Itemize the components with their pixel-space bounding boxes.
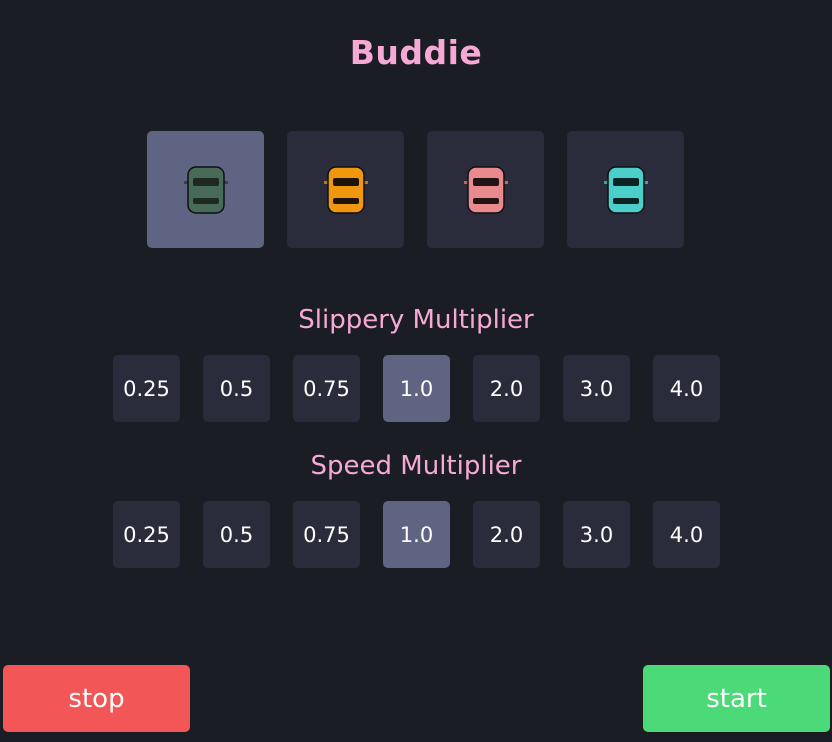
stop-button[interactable]: stop [3, 665, 190, 732]
speed-multiplier-label: Speed Multiplier [310, 451, 522, 481]
speed-option[interactable]: 0.5 [203, 501, 270, 568]
car-icon [323, 165, 368, 214]
speed-option[interactable]: 0.25 [113, 501, 180, 568]
speed-option[interactable]: 1.0 [383, 501, 450, 568]
car-option-green[interactable] [147, 131, 264, 248]
car-option-orange[interactable] [287, 131, 404, 248]
slippery-option[interactable]: 2.0 [473, 355, 540, 422]
start-button[interactable]: start [643, 665, 830, 732]
slippery-multiplier-options: 0.25 0.5 0.75 1.0 2.0 3.0 4.0 [113, 355, 720, 422]
speed-multiplier-options: 0.25 0.5 0.75 1.0 2.0 3.0 4.0 [113, 501, 720, 568]
slippery-option[interactable]: 0.25 [113, 355, 180, 422]
speed-option[interactable]: 2.0 [473, 501, 540, 568]
car-icon [183, 165, 228, 214]
car-option-pink[interactable] [427, 131, 544, 248]
game-title: Buddie [349, 33, 483, 72]
car-icon [603, 165, 648, 214]
speed-option[interactable]: 3.0 [563, 501, 630, 568]
slippery-option[interactable]: 0.5 [203, 355, 270, 422]
car-selector [147, 131, 684, 248]
speed-option[interactable]: 4.0 [653, 501, 720, 568]
slippery-option[interactable]: 1.0 [383, 355, 450, 422]
car-option-teal[interactable] [567, 131, 684, 248]
slippery-option[interactable]: 3.0 [563, 355, 630, 422]
slippery-option[interactable]: 4.0 [653, 355, 720, 422]
speed-option[interactable]: 0.75 [293, 501, 360, 568]
slippery-option[interactable]: 0.75 [293, 355, 360, 422]
slippery-multiplier-label: Slippery Multiplier [298, 305, 534, 335]
car-icon [463, 165, 508, 214]
